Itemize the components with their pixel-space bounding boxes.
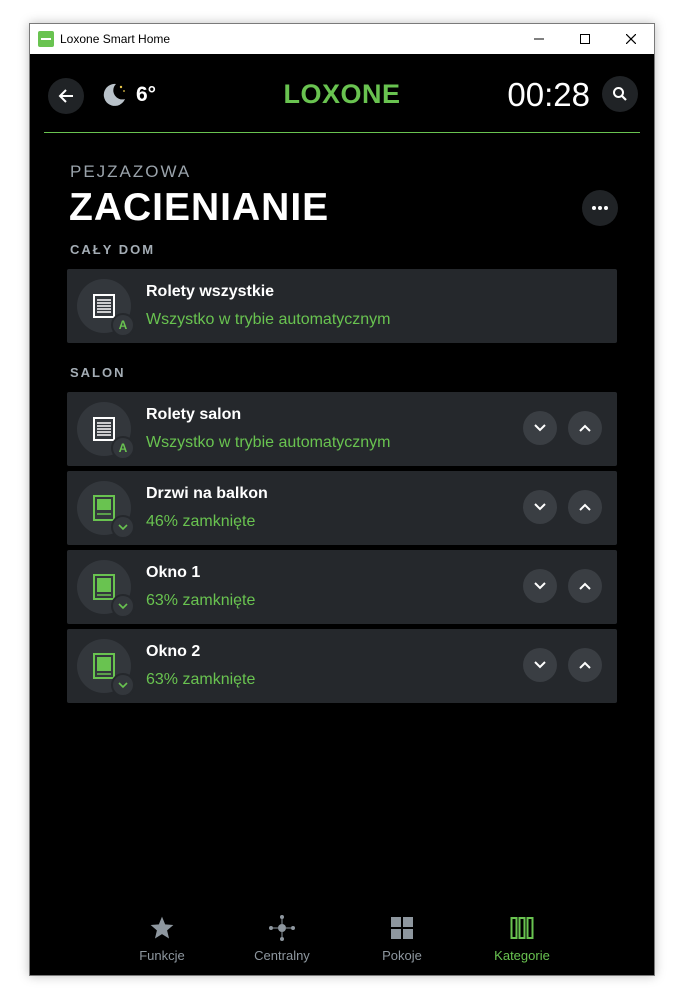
chevron-down-icon bbox=[534, 503, 546, 511]
item-name: Rolety wszystkie bbox=[146, 283, 275, 300]
categories-icon bbox=[510, 917, 534, 939]
chevron-down-icon bbox=[118, 681, 128, 688]
close-icon bbox=[626, 34, 636, 44]
chevron-down-icon bbox=[534, 661, 546, 669]
list-item-drzwi-na-balkon[interactable]: Drzwi na balkon 46% zamknięte bbox=[67, 471, 617, 545]
nav-label: Funkcje bbox=[139, 948, 185, 963]
blinds-icon bbox=[93, 294, 115, 318]
page-subtitle: PEJZAZOWA bbox=[70, 162, 192, 181]
direction-badge bbox=[111, 673, 135, 697]
nav-item-pokoje[interactable]: Pokoje bbox=[342, 914, 462, 963]
window-controls bbox=[516, 24, 654, 54]
list-item-rolety-salon[interactable]: A Rolety salon Wszystko w trybie automat… bbox=[67, 392, 617, 466]
maximize-button[interactable] bbox=[562, 24, 608, 54]
lower-button[interactable] bbox=[523, 569, 557, 603]
page-title: ZACIENIANIE bbox=[69, 186, 330, 229]
more-icon bbox=[592, 206, 608, 210]
raise-button[interactable] bbox=[568, 490, 602, 524]
auto-badge: A bbox=[111, 436, 135, 460]
chevron-down-icon bbox=[534, 424, 546, 432]
window-shade-icon bbox=[93, 653, 115, 679]
app-window: Loxone Smart Home 6° LOXONE 00:28 PEJZAZ… bbox=[29, 23, 655, 976]
item-status: Wszystko w trybie automatycznym bbox=[146, 434, 391, 451]
central-icon bbox=[269, 915, 295, 941]
chevron-up-icon bbox=[579, 503, 591, 511]
window-titlebar: Loxone Smart Home bbox=[30, 24, 654, 54]
chevron-down-icon bbox=[534, 582, 546, 590]
nav-label: Pokoje bbox=[382, 948, 422, 963]
item-status: 63% zamknięte bbox=[146, 671, 256, 688]
minimize-icon bbox=[534, 38, 544, 40]
raise-button[interactable] bbox=[568, 569, 602, 603]
search-icon bbox=[613, 87, 627, 101]
raise-button[interactable] bbox=[568, 411, 602, 445]
lower-button[interactable] bbox=[523, 648, 557, 682]
lower-button[interactable] bbox=[523, 490, 557, 524]
more-options-button[interactable] bbox=[582, 190, 618, 226]
section-label-salon: SALON bbox=[70, 365, 126, 380]
chevron-down-icon bbox=[118, 602, 128, 609]
chevron-up-icon bbox=[579, 582, 591, 590]
star-icon bbox=[150, 916, 174, 939]
item-name: Okno 2 bbox=[146, 643, 201, 660]
auto-badge: A bbox=[111, 313, 135, 337]
direction-badge bbox=[111, 515, 135, 539]
nav-item-funkcje[interactable]: Funkcje bbox=[102, 914, 222, 963]
list-item-okno-2[interactable]: Okno 2 63% zamknięte bbox=[67, 629, 617, 703]
item-name: Okno 1 bbox=[146, 564, 201, 581]
clock: 00:28 bbox=[507, 76, 590, 113]
loxone-app-icon bbox=[38, 31, 54, 47]
list-item-okno-1[interactable]: Okno 1 63% zamknięte bbox=[67, 550, 617, 624]
list-item-rolety-wszystkie[interactable]: A Rolety wszystkie Wszystko w trybie aut… bbox=[67, 269, 617, 343]
search-button[interactable] bbox=[602, 76, 638, 112]
lower-button[interactable] bbox=[523, 411, 557, 445]
item-name: Drzwi na balkon bbox=[146, 485, 268, 502]
nav-label: Kategorie bbox=[494, 948, 550, 963]
bottom-nav: Funkcje Centralny Pokoje Kategorie bbox=[30, 914, 654, 974]
nav-item-centralny[interactable]: Centralny bbox=[222, 914, 342, 963]
raise-button[interactable] bbox=[568, 648, 602, 682]
maximize-icon bbox=[580, 34, 590, 44]
item-name: Rolety salon bbox=[146, 406, 242, 423]
app-content: 6° LOXONE 00:28 PEJZAZOWA ZACIENIANIE CA… bbox=[30, 54, 654, 975]
window-shade-icon bbox=[93, 495, 115, 521]
window-title: Loxone Smart Home bbox=[60, 32, 171, 46]
chevron-up-icon bbox=[579, 424, 591, 432]
chevron-up-icon bbox=[579, 661, 591, 669]
chevron-down-icon bbox=[118, 523, 128, 530]
section-label-caly-dom: CAŁY DOM bbox=[70, 242, 156, 257]
rooms-grid-icon bbox=[391, 917, 413, 939]
window-shade-icon bbox=[93, 574, 115, 600]
nav-item-kategorie[interactable]: Kategorie bbox=[462, 914, 582, 963]
nav-label: Centralny bbox=[254, 948, 310, 963]
header-divider bbox=[44, 132, 640, 133]
minimize-button[interactable] bbox=[516, 24, 562, 54]
direction-badge bbox=[111, 594, 135, 618]
close-button[interactable] bbox=[608, 24, 654, 54]
item-status: 63% zamknięte bbox=[146, 592, 256, 609]
item-status: Wszystko w trybie automatycznym bbox=[146, 311, 391, 328]
blinds-icon bbox=[93, 417, 115, 441]
item-status: 46% zamknięte bbox=[146, 513, 256, 530]
